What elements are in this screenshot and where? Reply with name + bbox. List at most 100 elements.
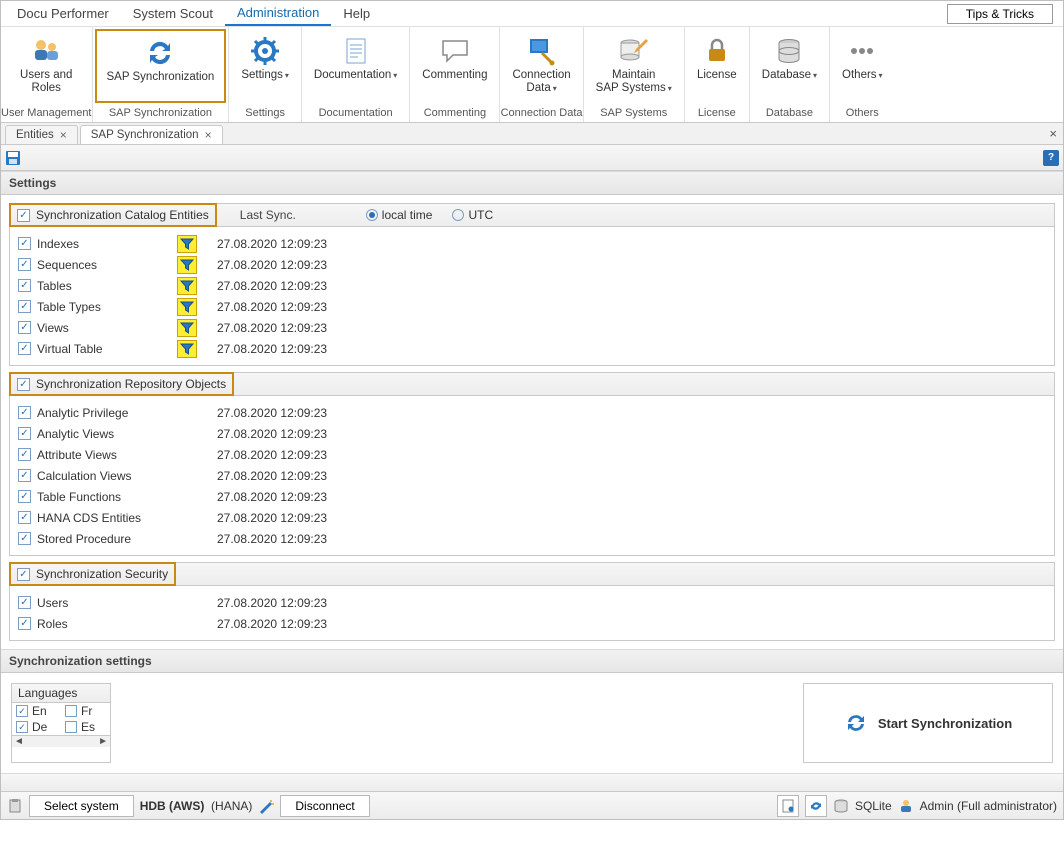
tab-sap-synchronization[interactable]: SAP Synchronization× <box>80 125 223 144</box>
radio-local-time[interactable] <box>366 209 378 221</box>
radio-utc[interactable] <box>452 209 464 221</box>
checkbox-icon[interactable] <box>17 568 30 581</box>
start-synchronization-button[interactable]: Start Synchronization <box>803 683 1053 763</box>
ribbon-commenting[interactable]: Commenting <box>410 27 499 105</box>
ribbon-group-others: Others <box>830 105 895 122</box>
entity-row: Analytic Views27.08.2020 12:09:23 <box>10 423 1054 444</box>
entity-name: Virtual Table <box>37 342 177 356</box>
help-icon[interactable]: ? <box>1043 150 1059 166</box>
filter-icon[interactable] <box>177 277 197 295</box>
ribbon-group-sap-sync: SAP Synchronization <box>93 105 229 122</box>
ribbon-license[interactable]: License <box>685 27 749 105</box>
checkbox-icon[interactable] <box>65 705 77 717</box>
chevron-down-icon: ▾ <box>668 84 672 93</box>
ribbon-database[interactable]: Database▾ <box>750 27 829 105</box>
ribbon-documentation[interactable]: Documentation▾ <box>302 27 409 105</box>
entity-name: Calculation Views <box>37 469 177 483</box>
status-bar: Select system HDB (AWS) (HANA) Disconnec… <box>1 791 1063 819</box>
entity-row: Analytic Privilege27.08.2020 12:09:23 <box>10 402 1054 423</box>
last-sync-timestamp: 27.08.2020 12:09:23 <box>217 237 327 251</box>
checkbox-icon[interactable] <box>18 532 31 545</box>
filter-icon <box>177 404 197 422</box>
checkbox-icon[interactable] <box>18 321 31 334</box>
ribbon-others[interactable]: Others▾ <box>830 27 895 105</box>
languages-scrollbar[interactable]: ◄► <box>12 735 110 747</box>
system-name: HDB (AWS) (HANA) <box>140 799 253 813</box>
ribbon-settings[interactable]: Settings▾ <box>229 27 301 105</box>
tabs-close-all-icon[interactable]: × <box>1049 126 1057 141</box>
checkbox-icon[interactable] <box>18 406 31 419</box>
language-option[interactable]: Es <box>61 719 110 735</box>
checkbox-icon[interactable] <box>18 342 31 355</box>
filter-icon <box>177 615 197 633</box>
filter-icon[interactable] <box>177 235 197 253</box>
checkbox-icon[interactable] <box>18 490 31 503</box>
checkbox-icon[interactable] <box>18 617 31 630</box>
chevron-down-icon: ▾ <box>879 71 883 80</box>
ribbon-users-and-roles[interactable]: Users and Roles <box>8 27 84 105</box>
filter-icon[interactable] <box>177 298 197 316</box>
menu-system-scout[interactable]: System Scout <box>121 2 225 25</box>
checkbox-icon[interactable] <box>16 721 28 733</box>
last-sync-timestamp: 27.08.2020 12:09:23 <box>217 406 327 420</box>
checkbox-icon[interactable] <box>18 596 31 609</box>
checkbox-icon[interactable] <box>18 237 31 250</box>
ribbon-maintain-sap-systems[interactable]: Maintain SAP Systems▾ <box>584 27 684 105</box>
page-icon[interactable] <box>777 795 799 817</box>
current-user-label: Admin (Full administrator) <box>920 799 1057 813</box>
checkbox-icon[interactable] <box>18 469 31 482</box>
group-security-rows: Users27.08.2020 12:09:23Roles27.08.2020 … <box>9 586 1055 641</box>
filter-icon[interactable] <box>177 256 197 274</box>
group-security-toggle[interactable]: Synchronization Security <box>9 562 176 586</box>
sync-settings-header: Synchronization settings <box>1 649 1063 673</box>
save-icon[interactable] <box>5 150 21 166</box>
chevron-down-icon: ▾ <box>285 71 289 80</box>
ribbon: Users and Roles User Management SAP Sync… <box>1 27 1063 123</box>
checkbox-icon[interactable] <box>18 258 31 271</box>
select-system-button[interactable]: Select system <box>29 795 134 817</box>
filter-icon[interactable] <box>177 340 197 358</box>
ribbon-group-documentation: Documentation <box>302 105 409 122</box>
last-sync-timestamp: 27.08.2020 12:09:23 <box>217 532 327 546</box>
close-icon[interactable]: × <box>205 128 212 142</box>
refresh-icon[interactable] <box>805 795 827 817</box>
filter-icon[interactable] <box>177 319 197 337</box>
checkbox-icon[interactable] <box>18 279 31 292</box>
menu-docu-performer[interactable]: Docu Performer <box>5 2 121 25</box>
tab-entities[interactable]: Entities× <box>5 125 78 144</box>
language-option[interactable]: De <box>12 719 61 735</box>
language-option[interactable]: En <box>12 703 61 719</box>
checkbox-icon[interactable] <box>18 511 31 524</box>
checkbox-icon[interactable] <box>65 721 77 733</box>
ribbon-group-settings: Settings <box>229 105 301 122</box>
entity-name: Indexes <box>37 237 177 251</box>
group-catalog-toggle[interactable]: Synchronization Catalog Entities <box>9 203 217 227</box>
menu-administration[interactable]: Administration <box>225 1 331 26</box>
filter-icon <box>177 594 197 612</box>
checkbox-icon[interactable] <box>18 427 31 440</box>
disconnect-button[interactable]: Disconnect <box>280 795 369 817</box>
ribbon-group-connection-data: Connection Data <box>500 105 582 122</box>
language-code: Fr <box>81 704 92 718</box>
checkbox-icon[interactable] <box>18 448 31 461</box>
checkbox-icon[interactable] <box>17 209 30 222</box>
last-sync-timestamp: 27.08.2020 12:09:23 <box>217 617 327 631</box>
entity-name: Views <box>37 321 177 335</box>
toolstrip: ? <box>1 145 1063 171</box>
paste-icon[interactable] <box>7 798 23 814</box>
checkbox-icon[interactable] <box>16 705 28 717</box>
wand-icon[interactable] <box>258 798 274 814</box>
maintain-systems-icon <box>618 35 650 67</box>
checkbox-icon[interactable] <box>17 378 30 391</box>
ribbon-sap-synchronization[interactable]: SAP Synchronization <box>95 29 227 103</box>
last-sync-timestamp: 27.08.2020 12:09:23 <box>217 596 327 610</box>
tips-tricks-button[interactable]: Tips & Tricks <box>947 4 1053 24</box>
language-option[interactable]: Fr <box>61 703 110 719</box>
checkbox-icon[interactable] <box>18 300 31 313</box>
group-repository-toggle[interactable]: Synchronization Repository Objects <box>9 372 234 396</box>
connection-icon <box>526 35 558 67</box>
ribbon-connection-data[interactable]: Connection Data▾ <box>500 27 582 105</box>
menu-help[interactable]: Help <box>331 2 382 25</box>
close-icon[interactable]: × <box>60 128 67 142</box>
gear-icon <box>249 35 281 67</box>
